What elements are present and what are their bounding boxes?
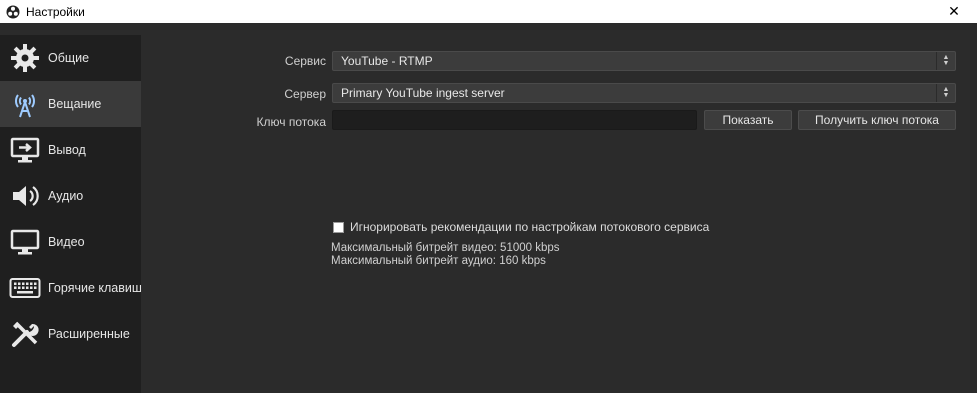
get-stream-key-button[interactable]: Получить ключ потока <box>798 110 956 130</box>
sidebar-item-label: Вывод <box>48 143 86 157</box>
show-key-button[interactable]: Показать <box>704 110 792 130</box>
broadcast-antenna-icon <box>8 87 42 121</box>
chevron-updown-icon: ▲ ▼ <box>936 52 955 70</box>
sidebar-item-hotkeys[interactable]: Горячие клавиш <box>0 265 141 311</box>
chevron-updown-icon: ▲ ▼ <box>936 84 955 102</box>
ignore-recommendations-row[interactable]: Игнорировать рекомендации по настройкам … <box>333 220 709 234</box>
sidebar-item-advanced[interactable]: Расширенные <box>0 311 141 357</box>
settings-sidebar: Общие Вещание Вывод Аудио Видео Горячие … <box>0 35 141 393</box>
window-titlebar: Настройки ✕ <box>0 0 977 23</box>
close-icon: ✕ <box>948 3 960 19</box>
obs-logo-icon <box>6 5 20 19</box>
sidebar-item-output[interactable]: Вывод <box>0 127 141 173</box>
stream-key-label: Ключ потока <box>256 115 326 129</box>
ignore-recommendations-checkbox[interactable] <box>333 221 344 233</box>
sidebar-item-general[interactable]: Общие <box>0 35 141 81</box>
sidebar-item-label: Вещание <box>48 97 102 111</box>
window-title: Настройки <box>26 4 85 19</box>
sidebar-item-label: Видео <box>48 235 85 249</box>
sidebar-item-label: Расширенные <box>48 327 130 341</box>
close-button[interactable]: ✕ <box>931 0 977 23</box>
server-select-value: Primary YouTube ingest server <box>341 86 505 100</box>
output-monitor-icon <box>8 133 42 167</box>
sidebar-item-audio[interactable]: Аудио <box>0 173 141 219</box>
service-select[interactable]: YouTube - RTMP ▲ ▼ <box>332 51 956 71</box>
speaker-icon <box>8 179 42 213</box>
sidebar-item-stream[interactable]: Вещание <box>0 81 141 127</box>
max-audio-bitrate-text: Максимальный битрейт аудио: 160 kbps <box>331 255 546 267</box>
tools-icon <box>8 317 42 351</box>
sidebar-item-label: Аудио <box>48 189 84 203</box>
sidebar-item-video[interactable]: Видео <box>0 219 141 265</box>
sidebar-item-label: Горячие клавиш <box>48 281 141 295</box>
server-select[interactable]: Primary YouTube ingest server ▲ ▼ <box>332 83 956 103</box>
server-label: Сервер <box>284 87 326 101</box>
keyboard-icon <box>8 271 42 305</box>
service-label: Сервис <box>284 54 326 68</box>
stream-key-input[interactable] <box>332 110 697 130</box>
max-video-bitrate-text: Максимальный битрейт видео: 51000 kbps <box>331 242 560 254</box>
ignore-recommendations-label: Игнорировать рекомендации по настройкам … <box>350 220 710 234</box>
gear-icon <box>8 41 42 75</box>
service-select-value: YouTube - RTMP <box>341 54 433 68</box>
monitor-icon <box>8 225 42 259</box>
sidebar-item-label: Общие <box>48 51 90 65</box>
